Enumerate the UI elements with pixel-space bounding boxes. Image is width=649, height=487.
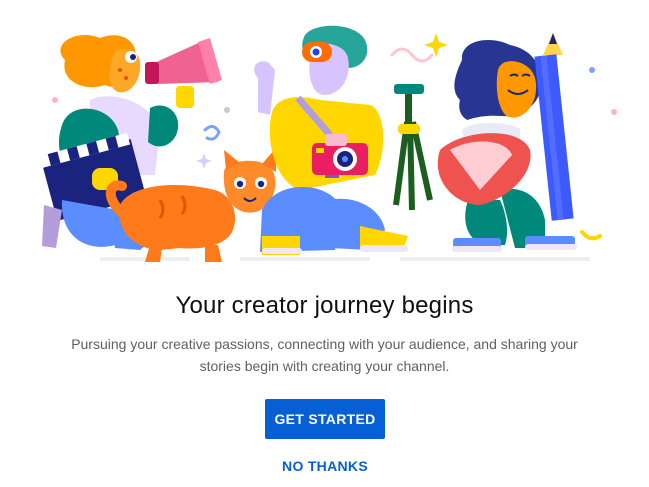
ground-shadows <box>100 257 590 261</box>
creator-journey-illustration <box>38 25 617 262</box>
megaphone-icon <box>145 38 222 108</box>
page-subtitle: Pursuing your creative passions, connect… <box>71 336 578 374</box>
tripod-icon <box>393 84 433 211</box>
no-thanks-button[interactable]: NO THANKS <box>265 452 385 480</box>
page-title: Your creator journey begins <box>175 292 474 319</box>
get-started-button[interactable]: GET STARTED <box>265 399 385 439</box>
